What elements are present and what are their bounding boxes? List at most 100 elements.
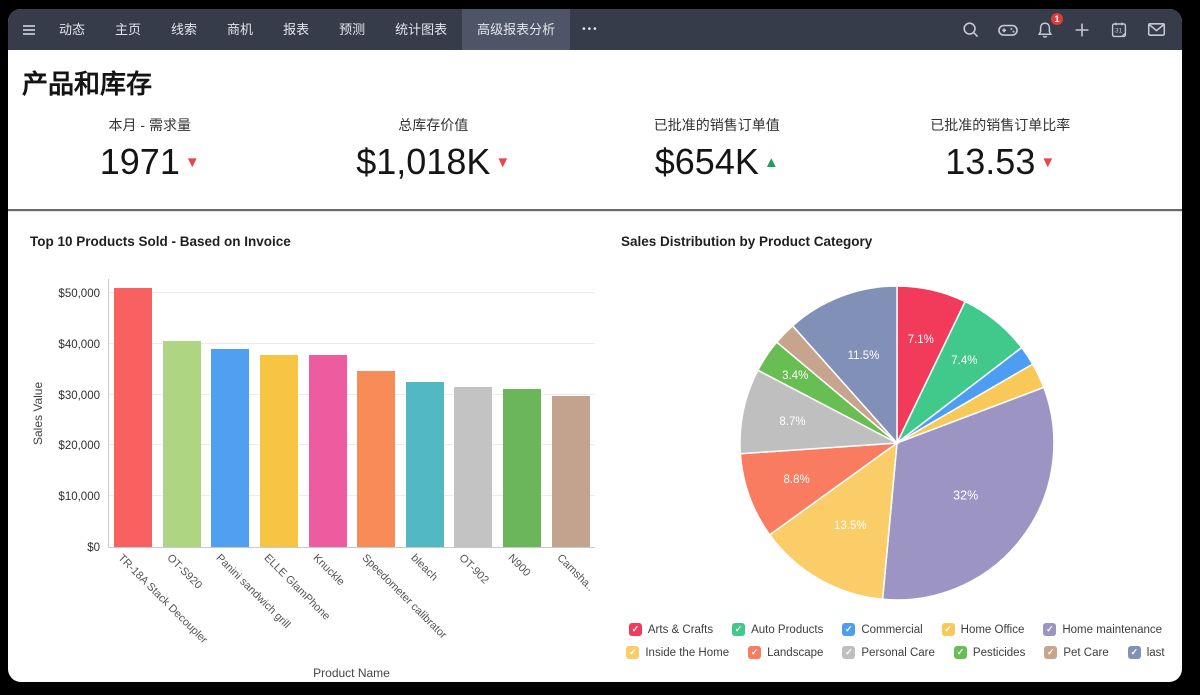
- pie-slice-label: 11.5%: [848, 350, 880, 362]
- legend-checkbox-icon: ✓: [1043, 623, 1057, 636]
- legend-item-1[interactable]: ✓ Arts & Crafts: [628, 623, 714, 636]
- legend-label: last: [1146, 646, 1165, 659]
- legend-label: Commercial: [861, 623, 923, 636]
- pie-chart: 7.1% 7.4% 32% 13.5% 8.8% 8.7% 3.4% 11.5%: [739, 285, 1055, 601]
- kpi-row: 本月 - 需求量 1971 ▼ 总库存价值 $1,018K ▼ 已批准的销售订单值 $654K…: [8, 105, 1182, 183]
- x-axis-label: bleach: [408, 552, 440, 584]
- kpi-value: $654K: [654, 141, 759, 182]
- pie-slice-label: 8.7%: [779, 416, 805, 428]
- legend-item-7[interactable]: ✓ Landscape: [748, 646, 823, 659]
- legend-label: Pet Care: [1063, 646, 1109, 659]
- bar-7[interactable]: [405, 382, 444, 547]
- y-tick-label: $30,000: [58, 389, 100, 402]
- x-axis-label: Camsha..: [554, 552, 596, 594]
- calendar-icon[interactable]: 31: [1107, 9, 1131, 50]
- legend-label: Personal Care: [861, 646, 935, 659]
- kpi-label: 总库存价值: [398, 117, 469, 133]
- legend-checkbox-icon: ✓: [628, 623, 642, 636]
- bar-plot-area: [108, 279, 595, 548]
- pie-chart-title: Sales Distribution by Product Category: [621, 234, 873, 249]
- legend-checkbox-icon: ✓: [1044, 646, 1058, 659]
- y-tick-label: $10,000: [58, 491, 100, 504]
- legend-row: ✓ Arts & Crafts ✓ Auto Products ✓ Commercial ✓…: [628, 623, 1162, 636]
- nav-tab-4[interactable]: 商机: [212, 9, 268, 50]
- bar-chart-title: Top 10 Products Sold - Based on Invoice: [30, 234, 291, 249]
- legend-item-10[interactable]: ✓ Pet Care: [1044, 646, 1109, 659]
- svg-text:31: 31: [1115, 27, 1123, 34]
- legend-item-9[interactable]: ✓ Pesticides: [953, 646, 1026, 659]
- bar-10[interactable]: [551, 396, 590, 547]
- bar-chart: Sales Value $0 $10,000 $20,000 $30,000 $40,0…: [30, 279, 595, 554]
- pie-slice-label: 13.5%: [834, 520, 867, 532]
- pie-slice-label: 8.8%: [783, 474, 809, 486]
- bar-9[interactable]: [503, 388, 542, 547]
- nav-tab-2[interactable]: 主页: [100, 9, 156, 50]
- legend-label: Landscape: [767, 646, 824, 659]
- bar-1[interactable]: [114, 288, 153, 547]
- nav-tab-3[interactable]: 线索: [156, 9, 212, 50]
- bar-chart-panel: Top 10 Products Sold - Based on Invoice …: [30, 234, 596, 680]
- bar-6[interactable]: [357, 371, 396, 547]
- legend-item-6[interactable]: ✓ Inside the Home: [626, 646, 729, 659]
- legend-item-4[interactable]: ✓ Home Office: [941, 623, 1025, 636]
- gridline: [109, 292, 595, 293]
- trend-down-icon: ▼: [495, 153, 511, 171]
- legend-checkbox-icon: ✓: [941, 623, 955, 636]
- legend-item-8[interactable]: ✓ Personal Care: [842, 646, 935, 659]
- trend-down-icon: ▼: [184, 153, 200, 171]
- nav-right-icons: 1 31: [959, 9, 1182, 50]
- legend-label: Auto Products: [751, 623, 824, 636]
- y-tick-label: $0: [87, 542, 100, 554]
- y-axis-ticks: $0 $10,000 $20,000 $30,000 $40,000 $50,000: [46, 279, 108, 554]
- kpi-card-2: 总库存价值 $1,018K ▼: [292, 115, 576, 183]
- nav-tab-5[interactable]: 报表: [268, 9, 324, 50]
- legend-label: Pesticides: [972, 646, 1026, 659]
- kpi-card-4: 已批准的销售订单比率 13.53 ▼: [859, 115, 1143, 183]
- pie-chart-panel: Sales Distribution by Product Category 7…: [621, 234, 1170, 680]
- x-axis-label: Knuckle: [310, 552, 347, 589]
- kpi-card-1: 本月 - 需求量 1971 ▼: [8, 115, 292, 183]
- kpi-card-3: 已批准的销售订单值 $654K ▲: [575, 115, 859, 183]
- legend-item-11[interactable]: ✓ last: [1127, 646, 1165, 659]
- legend-item-2[interactable]: ✓ Auto Products: [732, 623, 823, 636]
- nav-tab-7[interactable]: 统计图表: [380, 9, 462, 50]
- nav-tab-8[interactable]: 高级报表分析: [462, 9, 571, 50]
- hamburger-icon[interactable]: [14, 9, 44, 50]
- notification-badge: 1: [1050, 13, 1063, 25]
- y-tick-label: $50,000: [58, 288, 100, 300]
- legend-item-3[interactable]: ✓ Commercial: [842, 623, 923, 636]
- nav-more-button[interactable]: •••: [570, 9, 611, 50]
- bar-3[interactable]: [211, 349, 250, 547]
- search-icon[interactable]: [959, 9, 983, 50]
- nav-tab-6[interactable]: 预测: [324, 9, 380, 50]
- nav-tab-1[interactable]: 动态: [44, 9, 100, 50]
- pie-slice-label: 3.4%: [782, 370, 808, 382]
- legend-checkbox-icon: ✓: [1127, 646, 1141, 659]
- legend-label: Inside the Home: [645, 646, 730, 659]
- y-axis-title: Sales Value: [31, 381, 45, 445]
- legend-item-5[interactable]: ✓ Home maintenance: [1043, 623, 1162, 636]
- kpi-value: $1,018K: [356, 141, 491, 182]
- pie-slice-label: 32%: [953, 488, 978, 502]
- kpi-value: 1971: [99, 141, 180, 182]
- legend-checkbox-icon: ✓: [748, 646, 762, 659]
- page-title: 产品和库存: [22, 69, 153, 99]
- legend-checkbox-icon: ✓: [953, 646, 967, 659]
- bell-icon[interactable]: 1: [1033, 9, 1063, 50]
- legend-label: Arts & Crafts: [647, 623, 714, 636]
- mail-icon[interactable]: [1144, 9, 1168, 50]
- bar-8[interactable]: [454, 387, 493, 547]
- bar-4[interactable]: [260, 354, 299, 547]
- legend-label: Home Office: [960, 623, 1025, 636]
- gamepad-icon[interactable]: [996, 9, 1020, 50]
- kpi-value: 13.53: [945, 141, 1036, 182]
- bar-5[interactable]: [308, 355, 347, 547]
- legend-label: Home maintenance: [1062, 623, 1163, 636]
- pie-slice-label: 7.4%: [951, 355, 977, 367]
- plus-icon[interactable]: [1070, 9, 1094, 50]
- legend-row: ✓ Inside the Home ✓ Landscape ✓ Personal Care…: [626, 646, 1165, 659]
- y-tick-label: $20,000: [58, 440, 100, 453]
- legend-checkbox-icon: ✓: [842, 646, 856, 659]
- charts-area: Top 10 Products Sold - Based on Invoice …: [8, 212, 1182, 680]
- bar-2[interactable]: [162, 341, 201, 547]
